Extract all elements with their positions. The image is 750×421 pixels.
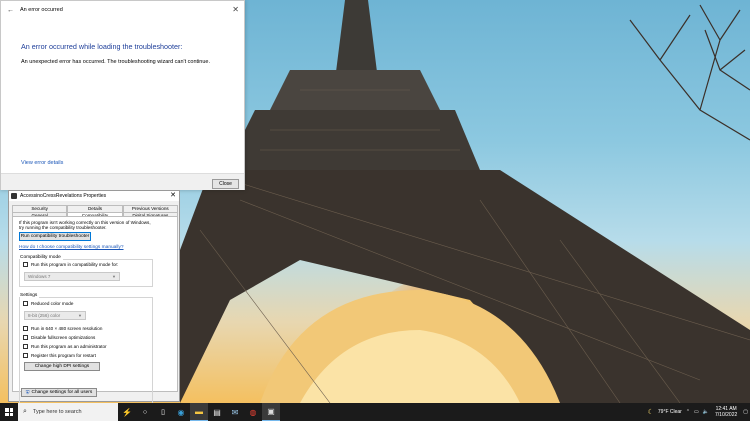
manual-settings-link[interactable]: How do I choose compatibility settings m… — [19, 245, 124, 250]
file-explorer-icon[interactable]: ▬ — [190, 403, 208, 421]
checkbox-box[interactable] — [23, 326, 28, 331]
app-window-icon[interactable]: ▣ — [262, 403, 280, 421]
close-button[interactable]: Close — [212, 179, 239, 189]
error-dialog-titlebar: ← An error occurred — [1, 1, 244, 19]
chrome-icon[interactable]: ◍ — [244, 403, 262, 421]
app-icon — [11, 193, 17, 199]
chevron-up-icon[interactable]: ⌃ — [686, 409, 690, 415]
volume-icon[interactable]: 🔈 — [703, 409, 709, 415]
store-icon[interactable]: ▤ — [208, 403, 226, 421]
error-heading: An error occurred while loading the trou… — [21, 42, 183, 51]
close-icon[interactable]: ✕ — [170, 191, 176, 199]
checkbox-box[interactable] — [23, 335, 28, 340]
compat-mode-label: Compatibility mode — [20, 255, 63, 260]
chevron-down-icon: ▼ — [112, 274, 116, 279]
run-as-admin-checkbox[interactable]: Run this program as an administrator — [23, 344, 107, 349]
widgets-icon[interactable]: ⚡ — [118, 403, 136, 421]
tab-security[interactable]: Security — [12, 205, 68, 212]
search-box[interactable]: ⌕ Type here to search — [18, 403, 118, 421]
compat-mode-select[interactable]: Windows 7 ▼ — [24, 272, 120, 281]
clock[interactable]: 12:41 AM 7/10/2022 — [715, 406, 737, 418]
edge-icon[interactable]: ◉ — [172, 403, 190, 421]
view-error-details-link[interactable]: View error details — [21, 160, 63, 166]
properties-title: AccessinoCressRevelations Properties — [20, 193, 107, 199]
tab-previous-versions[interactable]: Previous Versions — [122, 205, 178, 212]
checkbox-box[interactable] — [23, 353, 28, 358]
color-mode-select[interactable]: 8-bit (256) color ▼ — [24, 311, 86, 320]
taskview-split-icon[interactable]: ▯ — [154, 403, 172, 421]
tabs-row-top: Security Details Previous Versions — [12, 205, 178, 212]
system-tray: ☾ 79°F Clear ⌃ ▭ 🔈 12:41 AM 7/10/2022 ▢ — [646, 403, 750, 421]
weather-text[interactable]: 79°F Clear — [658, 409, 682, 415]
back-arrow-icon[interactable]: ← — [7, 7, 14, 14]
compatibility-description: If this program isn't working correctly … — [19, 220, 151, 231]
register-restart-checkbox[interactable]: Register this program for restart — [23, 353, 96, 358]
reduced-color-checkbox[interactable]: Reduced color mode — [23, 301, 73, 306]
close-icon[interactable]: ✕ — [232, 5, 239, 14]
chevron-down-icon: ▼ — [78, 313, 82, 318]
checkbox-box[interactable] — [23, 344, 28, 349]
run-troubleshooter-button[interactable]: Run compatibility troubleshooter — [19, 232, 91, 241]
notification-icon[interactable]: ▢ — [743, 409, 748, 415]
compat-mode-checkbox[interactable]: Run this program in compatibility mode f… — [23, 262, 118, 267]
error-dialog-title: An error occurred — [20, 7, 63, 13]
start-button[interactable] — [0, 403, 18, 421]
task-view-icon[interactable]: ○ — [136, 403, 154, 421]
network-icon[interactable]: ▭ — [694, 409, 699, 415]
windows-logo-icon — [5, 408, 13, 416]
properties-titlebar: AccessinoCressRevelations Properties — [9, 191, 179, 201]
change-all-users-button[interactable]: ⛨ Change settings for all users — [21, 388, 97, 397]
search-icon: ⌕ — [23, 408, 27, 415]
moon-weather-icon[interactable]: ☾ — [648, 408, 654, 416]
taskbar: ⌕ Type here to search ⚡ ○ ▯ ◉ ▬ ▤ ✉ ◍ ▣ … — [0, 403, 750, 421]
compatibility-panel: If this program isn't working correctly … — [12, 216, 178, 407]
res-640-checkbox[interactable]: Run in 640 × 480 screen resolution — [23, 326, 102, 331]
change-dpi-button[interactable]: Change high DPI settings — [24, 362, 100, 371]
disable-fullscreen-checkbox[interactable]: Disable fullscreen optimizations — [23, 335, 95, 340]
shield-icon: ⛨ — [25, 389, 30, 396]
settings-label: Settings — [20, 293, 40, 298]
properties-dialog: AccessinoCressRevelations Properties ✕ S… — [8, 190, 180, 407]
checkbox-box[interactable] — [23, 301, 28, 306]
tab-details[interactable]: Details — [67, 205, 123, 212]
mail-icon[interactable]: ✉ — [226, 403, 244, 421]
error-dialog-footer — [1, 173, 244, 190]
error-dialog: ← An error occurred ✕ An error occurred … — [0, 0, 245, 190]
error-message: An unexpected error has occurred. The tr… — [21, 59, 210, 65]
checkbox-box[interactable] — [23, 262, 28, 267]
